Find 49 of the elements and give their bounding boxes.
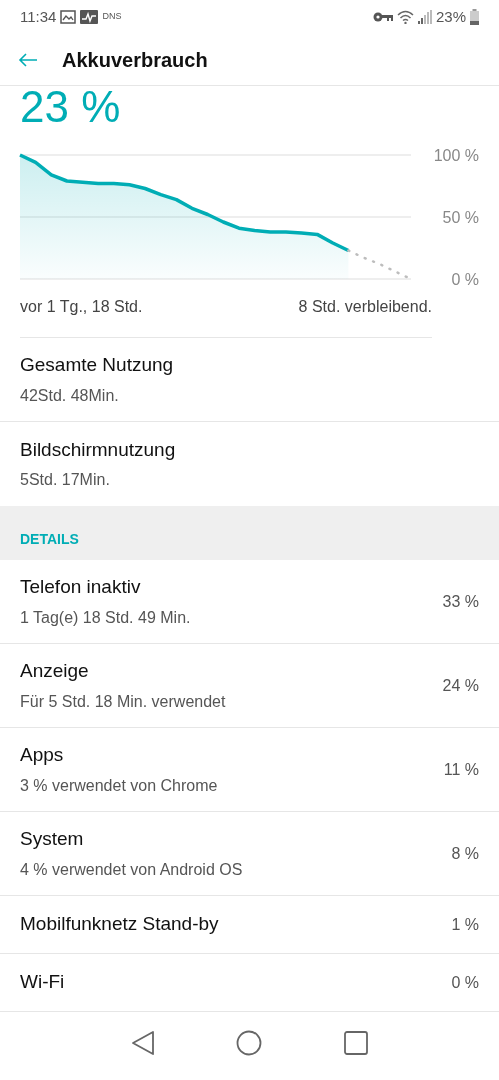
percent-value: 24 % [442,675,479,696]
dns-label: DNS [102,10,122,24]
row-title: Gesamte Nutzung [20,353,174,378]
picture-notification-icon [60,10,77,24]
axis-label: 50 % [442,209,479,226]
battery-percent: 23% [435,6,466,27]
list-item[interactable]: Telefon inaktiv 1 Tag(e) 18 Std. 49 Min. 33 % [0,560,499,644]
key-icon [372,12,393,22]
row-subtitle: 42Std. 48Min. [20,385,120,406]
list-item[interactable]: Bildschirmnutzung 5Std. 17Min. [0,422,499,506]
list-item[interactable]: Mobilfunknetz Stand-by 1 % [0,896,499,954]
row-title: Wi-Fi [20,970,65,995]
percent-value: 0 % [451,972,479,993]
list-item[interactable]: Apps 3 % verwendet von Chrome 11 % [0,728,499,812]
battery-icon [470,9,479,25]
row-subtitle: 4 % verwendet von Android OS [20,859,243,880]
home-icon[interactable] [236,1030,263,1056]
row-title: Anzeige [20,659,90,684]
percent-value: 11 % [443,759,479,780]
status-time: 11:34 [20,6,57,27]
list-item[interactable]: Anzeige Für 5 Std. 18 Min. verwendet 24 % [0,644,499,728]
row-title: System [20,827,85,852]
percent-value: 33 % [442,591,479,612]
back-arrow-icon[interactable] [18,51,38,68]
percent-value: 1 % [451,914,479,935]
signal-icon [417,10,432,24]
axis-label: 0 % [451,271,479,288]
list-item[interactable]: System 4 % verwendet von Android OS 8 % [0,812,499,896]
list-item[interactable]: Wi-Fi 0 % [0,954,499,1012]
percent-value: 8 % [451,843,479,864]
screen-title: Akkuverbrauch [62,47,208,73]
time-label: 8 Std. verbleibend. [298,297,432,317]
row-subtitle: 1 Tag(e) 18 Std. 49 Min. [20,607,191,628]
activity-notification-icon [80,10,99,24]
row-title: Bildschirmnutzung [20,437,176,462]
battery-percentage: 23 % [19,85,122,129]
row-title: Mobilfunknetz Stand-by [20,912,219,937]
row-subtitle: 5Std. 17Min. [20,470,111,491]
time-label: vor 1 Tg., 18 Std. [20,297,143,317]
wifi-icon [396,10,414,24]
row-subtitle: 3 % verwendet von Chrome [20,775,218,796]
list-item[interactable]: Gesamte Nutzung 42Std. 48Min. [0,338,499,422]
axis-label: 100 % [433,147,479,164]
section-header: DETAILS [20,530,79,549]
row-title: Telefon inaktiv [20,575,142,600]
row-subtitle: Für 5 Std. 18 Min. verwendet [20,691,226,712]
recents-icon[interactable] [344,1031,369,1055]
row-title: Apps [20,743,65,768]
back-icon[interactable] [130,1030,155,1056]
